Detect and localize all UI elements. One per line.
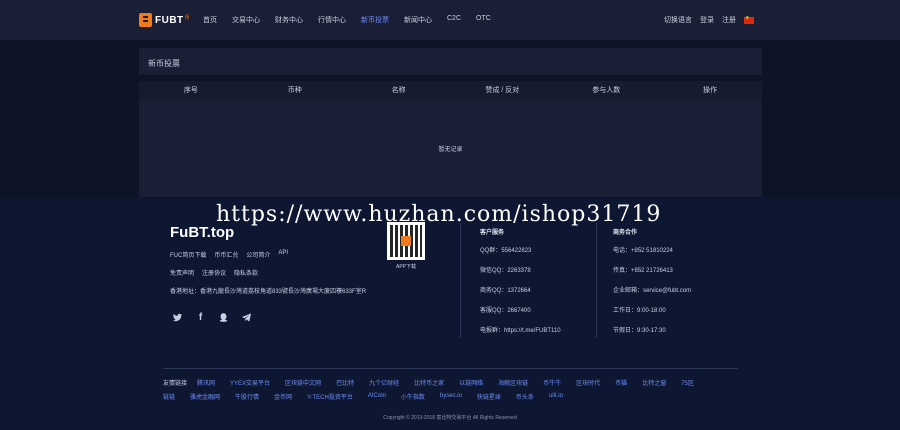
footer-links-row2: 免责声明 注册协议 隐私条款 (170, 268, 266, 277)
nav-right: 切换语言 登录 注册 (664, 15, 754, 25)
business-row: 电话：+852 51810224 (613, 248, 673, 254)
friend-link[interactable]: 腾讯网 (197, 378, 215, 387)
empty-state: 暂无记录 (438, 147, 463, 153)
friend-link[interactable]: bysec.io (440, 393, 462, 399)
friend-link[interactable]: Y-TECH投资平台 (307, 392, 353, 401)
qr-logo-icon (401, 236, 411, 246)
nav-item-finance[interactable]: 财务中心 (275, 15, 303, 25)
friend-link[interactable]: 链链 (163, 392, 175, 401)
friend-links-row2: 链链 雅虎金融网 牛股行情 金币网 Y-TECH投资平台 AICoin 小牛指数… (163, 391, 738, 401)
divider (596, 223, 597, 338)
app-qr-code (387, 222, 425, 260)
twitter-icon[interactable] (172, 312, 183, 323)
friend-link[interactable]: 海鲸区块链 (498, 378, 528, 387)
nav-item-c2c[interactable]: C2C (447, 15, 461, 25)
panel-header: 新币投票 (139, 48, 762, 75)
business-row: 节假日：9:30-17:30 (613, 328, 666, 334)
friend-link[interactable]: 比特币之家 (414, 378, 444, 387)
friend-link[interactable]: 币头条 (516, 392, 534, 401)
column-header-votes: 赞成 / 反对 (485, 87, 520, 94)
footer-link[interactable]: 隐私条款 (234, 268, 258, 277)
column-header-participants: 参与人数 (592, 87, 621, 94)
china-flag-icon[interactable] (744, 15, 754, 24)
register-link[interactable]: 注册 (722, 15, 736, 25)
qr-label: APP下载 (395, 264, 416, 270)
friend-link[interactable]: ulit.io (549, 393, 563, 399)
business-row[interactable]: 企业邮箱：service@fubt.com (613, 285, 691, 294)
social-links: f (172, 312, 264, 323)
friend-links: 友情链接 腾讯网 YYEX交易平台 区块链中文网 巴比特 九个亿财经 比特币之家… (163, 368, 738, 401)
nav-item-market[interactable]: 行情中心 (318, 15, 346, 25)
nav-menu: 首页 交易中心 财务中心 行情中心 新币投票 新闻中心 C2C OTC (203, 15, 506, 25)
page-title: 新币投票 (148, 59, 180, 68)
friend-link[interactable]: 小牛指数 (401, 392, 425, 401)
logo-text: FUBT (155, 14, 184, 26)
watermark-text: https://www.huzhan.com/ishop31719 (216, 202, 662, 227)
divider (460, 223, 461, 338)
contact-row: QQ群：556422823 (480, 248, 532, 254)
telegram-icon[interactable] (241, 312, 252, 323)
friend-link[interactable]: 牛股行情 (235, 392, 259, 401)
business-row: 传真：+852 21726413 (613, 268, 673, 274)
contact-row: 微信QQ：2263378 (480, 268, 531, 274)
vote-table: 序号 币种 名称 赞成 / 反对 参与人数 操作 暂无记录 (139, 81, 762, 197)
friend-link[interactable]: 金币网 (274, 392, 292, 401)
footer-address: 香港地址：香港九龍長沙灣道荔枝角道833號長沙灣廣場大廈四樓633F室R (170, 289, 367, 295)
footer-link[interactable]: 公司简介 (246, 250, 270, 259)
friend-link[interactable]: 币牛牛 (543, 378, 561, 387)
footer: FuBT.top FUC简页下载 币币汇兑 公司简介 API 免责声明 注册协议… (0, 198, 900, 430)
friend-link[interactable]: 巴比特 (336, 378, 354, 387)
logo[interactable]: FUBT 币 (139, 12, 190, 28)
friend-link[interactable]: 九个亿财经 (369, 378, 399, 387)
logo-sub: 币 (184, 14, 190, 21)
login-link[interactable]: 登录 (700, 15, 714, 25)
business-heading: 商务合作 (613, 230, 638, 236)
friend-link[interactable]: 以链网络 (459, 378, 483, 387)
friend-link[interactable]: 币猫 (615, 378, 627, 387)
nav-item-news[interactable]: 新闻中心 (404, 15, 432, 25)
friend-link[interactable]: 比特之窗 (642, 378, 666, 387)
contact-heading: 客户服务 (480, 230, 505, 236)
business-column: 商务合作 电话：+852 51810224 传真：+852 21726413 企… (613, 227, 691, 345)
column-header-name: 名称 (391, 87, 406, 94)
contact-row: 商务QQ：1372664 (480, 288, 531, 294)
copyright: Copyright © 2013-2018 富比特交易平台 All Rights… (383, 415, 517, 421)
top-nav: FUBT 币 首页 交易中心 财务中心 行情中心 新币投票 新闻中心 C2C O… (0, 0, 900, 40)
nav-item-vote[interactable]: 新币投票 (361, 15, 389, 25)
column-header-action: 操作 (703, 87, 718, 94)
column-header-index: 序号 (183, 87, 198, 94)
footer-link[interactable]: API (278, 250, 288, 259)
contact-row: 客服QQ：2667400 (480, 308, 531, 314)
switch-language-link[interactable]: 切换语言 (664, 15, 692, 25)
facebook-icon[interactable]: f (195, 312, 206, 323)
friend-link[interactable]: 快链星球 (477, 392, 501, 401)
footer-link[interactable]: FUC简页下载 (170, 250, 206, 259)
footer-link[interactable]: 注册协议 (202, 268, 226, 277)
nav-item-home[interactable]: 首页 (203, 15, 217, 25)
footer-link[interactable]: 币币汇兑 (214, 250, 238, 259)
column-header-coin: 币种 (287, 87, 302, 94)
friend-link[interactable]: 75区 (681, 378, 694, 387)
business-row: 工作日：9:00-18:00 (613, 308, 666, 314)
nav-item-otc[interactable]: OTC (476, 15, 491, 25)
contact-column: 客户服务 QQ群：556422823 微信QQ：2263378 商务QQ：137… (480, 227, 561, 345)
friend-link[interactable]: YYEX交易平台 (230, 378, 270, 387)
friend-link[interactable]: AICoin (368, 393, 386, 399)
friend-link[interactable]: 区块时代 (576, 378, 600, 387)
qq-icon[interactable] (218, 312, 229, 323)
contact-row[interactable]: 电报群：https://t.me/FUBT110 (480, 325, 561, 334)
friend-link[interactable]: 区块链中文网 (285, 378, 321, 387)
friend-links-row1: 友情链接 腾讯网 YYEX交易平台 区块链中文网 巴比特 九个亿财经 比特币之家… (163, 377, 738, 387)
table-header: 序号 币种 名称 赞成 / 反对 参与人数 操作 (139, 81, 762, 101)
nav-item-trade[interactable]: 交易中心 (232, 15, 260, 25)
footer-link[interactable]: 免责声明 (170, 268, 194, 277)
friend-link[interactable]: 雅虎金融网 (190, 392, 220, 401)
footer-links-row1: FUC简页下载 币币汇兑 公司简介 API (170, 250, 296, 259)
logo-icon (139, 13, 152, 27)
friend-links-label: 友情链接 (163, 380, 188, 387)
